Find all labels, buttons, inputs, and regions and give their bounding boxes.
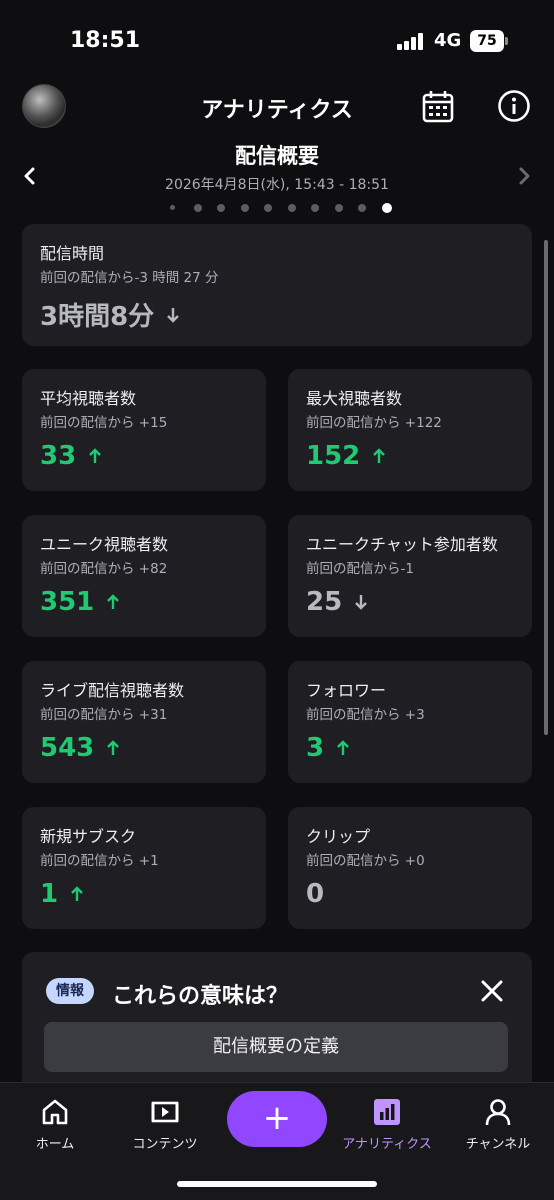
card-title: ライブ配信視聴者数 xyxy=(40,681,185,700)
arrow-down-icon xyxy=(167,307,180,323)
card-title: ユニーク視聴者数 xyxy=(40,535,169,554)
page-dot[interactable] xyxy=(240,204,249,212)
tab-analytics[interactable]: アナリティクス xyxy=(337,1093,437,1163)
card-value: 33 xyxy=(40,441,102,471)
tab-label: アナリティクス xyxy=(342,1137,432,1152)
arrow-up-icon xyxy=(89,448,102,463)
stat-card: 平均視聴者数前回の配信から +15 33 xyxy=(22,369,266,491)
stream-date: 2026年4月8日(水), 15:43 - 18:51 xyxy=(165,177,389,193)
tab-label: ホーム xyxy=(35,1137,75,1152)
signal-icon xyxy=(397,32,427,50)
tab-channel[interactable]: チャンネル xyxy=(448,1093,548,1163)
stat-card: フォロワー前回の配信から +3 3 xyxy=(288,661,532,783)
plus-icon: + xyxy=(262,1098,292,1138)
card-value: 351 xyxy=(40,587,120,617)
tab-content[interactable]: コンテンツ xyxy=(115,1093,215,1163)
page-dot[interactable] xyxy=(334,204,343,212)
battery-tip xyxy=(505,37,508,45)
card-title: フォロワー xyxy=(306,681,387,700)
battery-icon: 75 xyxy=(470,30,504,52)
next-stream-icon[interactable] xyxy=(512,162,536,190)
card-comparison: 前回の配信から +0 xyxy=(306,853,425,869)
card-value-text: 351 xyxy=(40,587,95,617)
page-dot[interactable] xyxy=(358,204,366,212)
card-comparison: 前回の配信から-1 xyxy=(306,561,414,577)
home-indicator xyxy=(177,1181,377,1187)
page-dot[interactable] xyxy=(193,204,202,212)
card-comparison: 前回の配信から +15 xyxy=(40,415,168,431)
status-bar: 18:51 4G 75 xyxy=(0,0,554,84)
network-label: 4G xyxy=(434,30,462,51)
tab-home[interactable]: ホーム xyxy=(5,1093,105,1163)
arrow-up-icon xyxy=(373,448,386,463)
status-time: 18:51 xyxy=(70,28,141,53)
card-comparison: 前回の配信から +1 xyxy=(40,853,159,869)
card-comparison: 前回の配信から +82 xyxy=(40,561,168,577)
card-value-text: 33 xyxy=(40,441,77,471)
page-title: アナリティクス xyxy=(201,98,353,123)
content-icon xyxy=(151,1101,179,1123)
card-comparison: 前回の配信から-3 時間 27 分 xyxy=(40,270,219,286)
page-dot[interactable] xyxy=(217,204,225,212)
stat-card: 新規サブスク前回の配信から +1 1 xyxy=(22,807,266,929)
card-title: 平均視聴者数 xyxy=(40,389,137,408)
page-indicator[interactable] xyxy=(165,201,395,213)
card-value: 543 xyxy=(40,733,120,763)
card-value: 25 xyxy=(306,587,368,617)
arrow-down-icon xyxy=(355,595,368,610)
card-comparison: 前回の配信から +122 xyxy=(306,415,442,431)
card-value-text: 0 xyxy=(306,879,325,909)
create-button[interactable]: + xyxy=(227,1091,327,1147)
card-value: 1 xyxy=(40,879,84,909)
tab-label: コンテンツ xyxy=(132,1137,198,1152)
close-icon[interactable] xyxy=(479,978,505,1004)
home-icon xyxy=(42,1099,68,1125)
card-value-text: 25 xyxy=(306,587,343,617)
section-title: 配信概要 xyxy=(235,144,319,168)
analytics-icon xyxy=(374,1099,400,1125)
card-value: 152 xyxy=(306,441,386,471)
page-dot[interactable] xyxy=(381,203,392,213)
info-panel: 情報 これらの意味は？ 配信概要の定義 xyxy=(22,952,532,1092)
card-title: 最大視聴者数 xyxy=(306,389,403,408)
info-heading: これらの意味は？ xyxy=(112,984,289,1009)
card-value: 3時間8分 xyxy=(40,296,180,333)
definitions-button[interactable]: 配信概要の定義 xyxy=(44,1022,508,1072)
stat-card: ユニークチャット参加者数 前回の配信から-1 25 xyxy=(288,515,532,637)
page-dot[interactable] xyxy=(170,205,175,210)
stat-card: ライブ配信視聴者数 前回の配信から +31 543 xyxy=(22,661,266,783)
page-dot[interactable] xyxy=(311,204,319,212)
card-value-text: 3時間8分 xyxy=(40,302,155,332)
arrow-up-icon xyxy=(107,594,120,609)
tab-label: チャンネル xyxy=(465,1137,531,1152)
info-badge: 情報 xyxy=(46,978,94,1004)
card-value-text: 3 xyxy=(306,733,325,763)
card-title: クリップ xyxy=(306,827,371,846)
page-dot[interactable] xyxy=(264,204,272,212)
card-comparison: 前回の配信から +3 xyxy=(306,707,425,723)
card-title: 新規サブスク xyxy=(40,827,137,846)
arrow-up-icon xyxy=(71,886,83,901)
card-value-text: 543 xyxy=(40,733,95,763)
stat-card: ユニーク視聴者数 前回の配信から +82 351 xyxy=(22,515,266,637)
calendar-icon[interactable] xyxy=(420,90,456,124)
stat-card: クリップ前回の配信から +0 0 xyxy=(288,807,532,929)
arrow-up-icon xyxy=(107,740,120,755)
card-title: 配信時間 xyxy=(40,244,105,263)
card-value: 0 xyxy=(306,879,324,909)
profile-icon xyxy=(485,1099,511,1126)
arrow-up-icon xyxy=(337,740,349,755)
card-value-text: 152 xyxy=(306,441,361,471)
scrollbar[interactable] xyxy=(544,240,548,735)
card-value: 3 xyxy=(306,733,350,763)
card-title: ユニークチャット参加者数 xyxy=(306,535,498,554)
info-icon[interactable] xyxy=(497,89,531,123)
page-dot[interactable] xyxy=(287,204,296,212)
stream-duration-card: 配信時間 前回の配信から-3 時間 27 分 3時間8分 xyxy=(22,224,532,346)
card-comparison: 前回の配信から +31 xyxy=(40,707,168,723)
card-value-text: 1 xyxy=(40,879,59,909)
stat-card: 最大視聴者数前回の配信から +122 152 xyxy=(288,369,532,491)
